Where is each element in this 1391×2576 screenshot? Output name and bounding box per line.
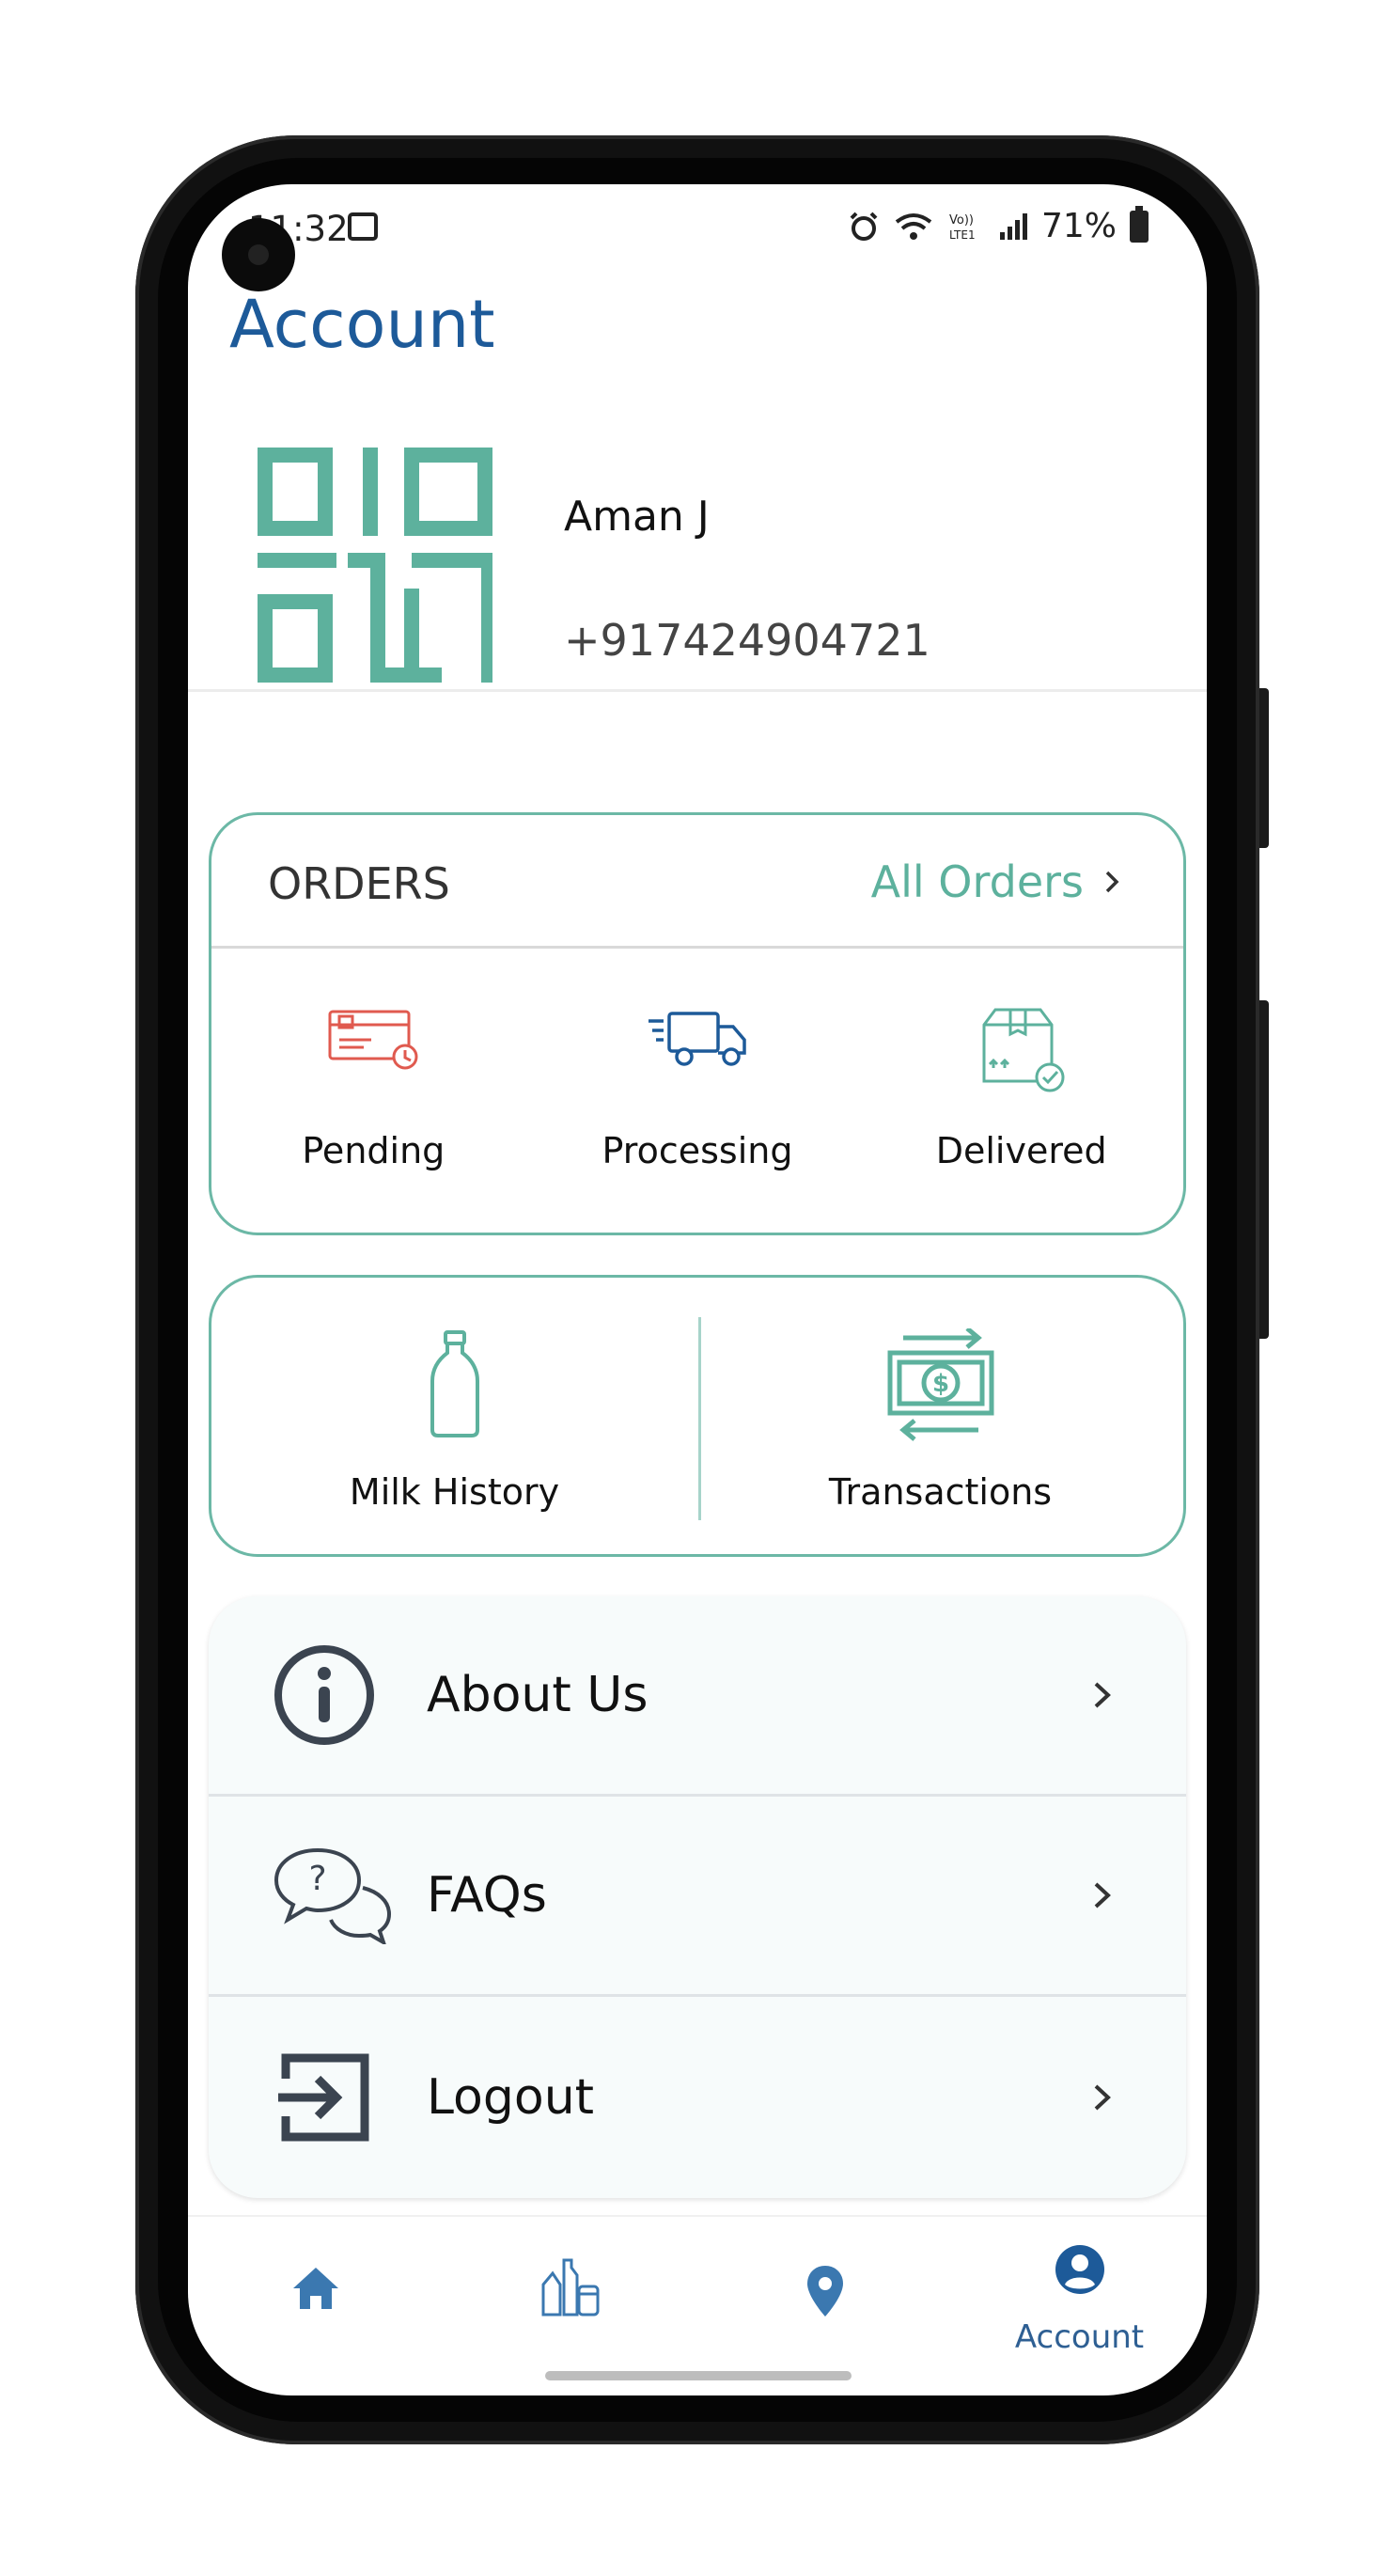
nav-location[interactable] <box>697 2217 952 2395</box>
account-icon <box>1055 2245 1104 2294</box>
volte-icon: Vo))LTE1 <box>949 213 976 242</box>
order-pending-label: Pending <box>302 1130 445 1171</box>
transactions-label: Transactions <box>828 1471 1053 1513</box>
chevron-right-icon <box>1094 1882 1111 1908</box>
front-camera <box>222 218 295 291</box>
menu-label-logout: Logout <box>427 2068 595 2126</box>
chevron-right-icon <box>1094 1682 1111 1708</box>
menu-item-logout[interactable]: Logout <box>209 1997 1186 2197</box>
menu-card: About Us ? FAQs Logout <box>209 1596 1186 2198</box>
money-transfer-icon: $ <box>887 1328 993 1441</box>
orders-card: ORDERS All Orders Pending Processing Del… <box>209 812 1186 1235</box>
box-check-icon <box>982 1008 1065 1092</box>
history-row: Milk History $ Transactions <box>211 1278 1183 1554</box>
orders-header: ORDERS All Orders <box>211 815 1183 949</box>
menu-item-faqs[interactable]: ? FAQs <box>209 1797 1186 1997</box>
nav-account-label: Account <box>1014 2318 1145 2356</box>
order-pending[interactable]: Pending <box>211 951 536 1233</box>
battery-percent: 71% <box>1040 207 1117 245</box>
qr-logo-icon[interactable] <box>258 448 492 683</box>
status-bar: 11:32 Vo)) LTE1 71% <box>188 184 1207 269</box>
svg-text:Vo)): Vo)) <box>949 213 974 228</box>
nav-account[interactable]: Account <box>952 2217 1207 2395</box>
menu-item-about-us[interactable]: About Us <box>209 1596 1186 1797</box>
svg-text:?: ? <box>308 1860 326 1898</box>
chat-question-icon: ? <box>274 1847 392 1944</box>
products-icon <box>541 2258 599 2317</box>
nav-home[interactable] <box>188 2217 443 2395</box>
page-title: Account <box>229 286 495 363</box>
chevron-right-icon <box>1105 871 1119 893</box>
profile-section: Aman J +917424904721 <box>188 410 1207 692</box>
user-phone: +917424904721 <box>564 615 930 666</box>
svg-text:LTE1: LTE1 <box>949 228 976 242</box>
logout-icon <box>278 2053 369 2141</box>
card-clock-icon <box>328 1010 418 1070</box>
menu-label-faqs: FAQs <box>427 1867 547 1924</box>
status-indicators: Vo)) LTE1 71% <box>848 205 1149 245</box>
order-processing-label: Processing <box>602 1130 793 1171</box>
milk-bottle-icon <box>430 1330 479 1437</box>
home-icon <box>292 2268 338 2309</box>
location-icon <box>806 2266 843 2317</box>
image-notification-icon <box>348 212 378 241</box>
info-icon <box>274 1645 374 1745</box>
all-orders-link[interactable]: All Orders <box>871 856 1123 907</box>
milk-history-button[interactable]: Milk History <box>211 1278 697 1554</box>
svg-text:$: $ <box>931 1370 948 1398</box>
order-delivered[interactable]: Delivered <box>859 951 1183 1233</box>
transactions-button[interactable]: $ Transactions <box>697 1278 1183 1554</box>
user-name: Aman J <box>564 493 710 541</box>
all-orders-label: All Orders <box>870 856 1084 907</box>
truck-icon <box>649 1012 746 1066</box>
orders-title: ORDERS <box>268 858 450 909</box>
history-card: Milk History $ Transactions <box>209 1275 1186 1557</box>
app-screen: 11:32 Vo)) LTE1 71% Account Aman J +9174… <box>188 184 1207 2395</box>
orders-status-row: Pending Processing Delivered <box>211 951 1183 1233</box>
order-delivered-label: Delivered <box>935 1130 1107 1171</box>
alarm-icon <box>850 212 878 241</box>
battery-icon <box>1130 205 1149 243</box>
wifi-icon <box>895 212 932 240</box>
order-processing[interactable]: Processing <box>536 951 860 1233</box>
nav-products[interactable] <box>443 2217 697 2395</box>
home-indicator[interactable] <box>545 2371 852 2380</box>
power-button <box>1259 1000 1269 1339</box>
volume-button <box>1259 688 1269 848</box>
chevron-right-icon <box>1094 2084 1111 2110</box>
menu-label-about-us: About Us <box>427 1667 649 1723</box>
bottom-navigation: Account <box>188 2215 1207 2395</box>
signal-icon <box>999 212 1027 240</box>
milk-history-label: Milk History <box>349 1471 560 1513</box>
